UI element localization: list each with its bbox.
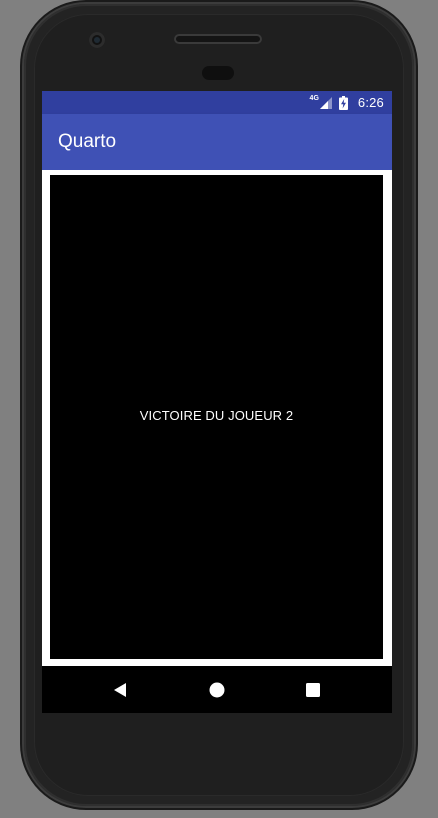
recents-button[interactable] — [291, 666, 335, 713]
proximity-sensor — [202, 66, 234, 80]
screen: 4G 6:26 Quarto VICTOIRE DU JOUEUR 2 — [42, 91, 392, 713]
home-button[interactable] — [195, 666, 239, 713]
back-button[interactable] — [98, 666, 142, 713]
battery-charging-icon — [338, 95, 348, 110]
signal-icon — [319, 96, 332, 109]
recents-icon — [306, 682, 320, 697]
back-icon — [114, 682, 126, 697]
front-camera-icon — [89, 32, 105, 48]
status-icons: 4G 6:26 — [310, 91, 384, 114]
navigation-bar — [42, 666, 392, 713]
game-board[interactable]: VICTOIRE DU JOUEUR 2 — [50, 175, 383, 659]
network-type-label: 4G — [309, 95, 319, 102]
victory-message: VICTOIRE DU JOUEUR 2 — [139, 408, 294, 423]
status-bar: 4G 6:26 — [42, 91, 392, 114]
earpiece-speaker — [174, 34, 262, 44]
app-title: Quarto — [58, 131, 117, 152]
app-bar: Quarto — [42, 114, 392, 170]
status-clock: 6:26 — [357, 95, 384, 110]
game-content: VICTOIRE DU JOUEUR 2 — [42, 170, 392, 666]
device-stage: 4G 6:26 Quarto VICTOIRE DU JOUEUR 2 — [0, 0, 438, 818]
home-icon — [209, 682, 225, 697]
